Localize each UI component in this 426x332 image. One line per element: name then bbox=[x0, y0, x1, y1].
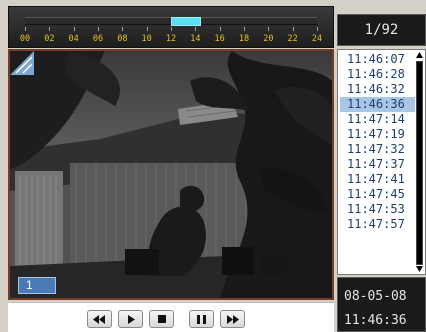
datetime-display: 08-05-08 11:46:36 bbox=[337, 277, 426, 332]
timeline-hour-label: 20 bbox=[263, 34, 274, 44]
timeline-hour-label: 14 bbox=[190, 34, 201, 44]
timeline-selection[interactable] bbox=[171, 17, 202, 26]
time-list-item[interactable]: 11:47:14 bbox=[347, 112, 415, 127]
play-icon bbox=[127, 314, 135, 324]
play-button[interactable] bbox=[118, 310, 143, 328]
fast-forward-icon bbox=[227, 314, 239, 324]
time-list-item[interactable]: 11:47:41 bbox=[347, 172, 415, 187]
timeline-bar[interactable]: 00 02 04 06 08 10 12 14 16 18 20 22 24 bbox=[8, 6, 334, 48]
timeline-hour-label: 02 bbox=[44, 34, 55, 44]
timeline-hour-label: 10 bbox=[141, 34, 152, 44]
timeline-tick bbox=[292, 27, 294, 31]
playback-controls bbox=[8, 302, 334, 332]
time-list-item[interactable]: 11:46:32 bbox=[347, 82, 415, 97]
timeline-hour-label: 00 bbox=[19, 34, 31, 44]
time-list-item[interactable]: 11:47:32 bbox=[347, 142, 415, 157]
video-viewport[interactable]: 1 bbox=[8, 49, 334, 300]
timeline-hour-label: 06 bbox=[92, 34, 104, 44]
fast-forward-button[interactable] bbox=[220, 310, 245, 328]
rewind-button[interactable] bbox=[87, 310, 112, 328]
resize-grip-icon[interactable] bbox=[10, 51, 34, 75]
stop-button[interactable] bbox=[149, 310, 174, 328]
time-list-item[interactable]: 11:47:53 bbox=[347, 202, 415, 217]
timeline-tick bbox=[98, 27, 99, 31]
timeline-hour-label: 04 bbox=[68, 34, 79, 44]
timeline-hour-label: 16 bbox=[214, 34, 225, 44]
camera-frame-image bbox=[10, 51, 332, 298]
pause-icon bbox=[197, 314, 206, 324]
timeline-tick bbox=[244, 27, 245, 31]
time-list-item[interactable]: 11:46:28 bbox=[347, 67, 415, 82]
time-list-item[interactable]: 11:46:36 bbox=[340, 97, 415, 112]
pause-button[interactable] bbox=[189, 310, 214, 328]
timeline-track[interactable] bbox=[25, 17, 317, 26]
time-list-item[interactable]: 11:47:19 bbox=[347, 127, 415, 142]
camera-number-badge: 1 bbox=[18, 277, 56, 294]
timeline-hour-label: 22 bbox=[287, 34, 298, 44]
timeline-tick bbox=[122, 27, 124, 31]
rewind-icon bbox=[93, 314, 105, 324]
scroll-down-icon[interactable] bbox=[415, 265, 424, 273]
timeline-hour-label: 18 bbox=[238, 34, 250, 44]
event-time-list[interactable]: 11:46:07 11:46:28 11:46:32 11:46:36 11:47:14… bbox=[337, 49, 426, 275]
time-list-item[interactable]: 11:46:07 bbox=[347, 52, 415, 67]
page-counter: 1/92 bbox=[337, 14, 426, 46]
timeline-tick bbox=[195, 27, 197, 31]
timeline-hour-label: 24 bbox=[311, 34, 323, 44]
timeline-tick bbox=[317, 27, 318, 31]
timeline-hour-label: 08 bbox=[117, 34, 128, 44]
current-date: 08-05-08 bbox=[344, 289, 407, 304]
timeline-tick bbox=[73, 27, 75, 31]
time-list-scrollbar[interactable] bbox=[415, 51, 424, 273]
stop-icon bbox=[157, 315, 166, 323]
time-list-item[interactable]: 11:47:45 bbox=[347, 187, 415, 202]
scroll-thumb[interactable] bbox=[416, 61, 423, 265]
time-list-item[interactable]: 11:47:57 bbox=[347, 217, 415, 232]
current-time: 11:46:36 bbox=[344, 313, 407, 328]
timeline-tick bbox=[219, 27, 221, 31]
time-list-item[interactable]: 11:47:37 bbox=[347, 157, 415, 172]
timeline-tick bbox=[171, 27, 172, 31]
timeline-tick bbox=[268, 27, 270, 31]
timeline-tick bbox=[25, 27, 26, 31]
timeline-hour-label: 12 bbox=[165, 34, 177, 44]
scroll-up-icon[interactable] bbox=[415, 51, 424, 59]
timeline-tick bbox=[146, 27, 148, 31]
timeline-tick bbox=[49, 27, 51, 31]
